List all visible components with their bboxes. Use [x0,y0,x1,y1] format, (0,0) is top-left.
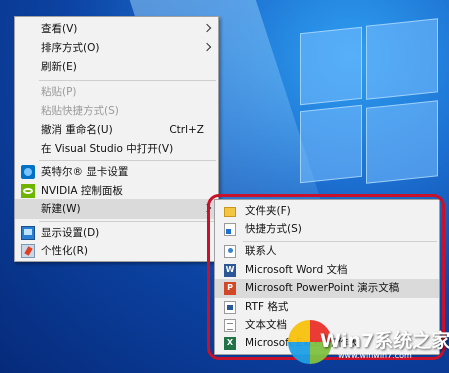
watermark-text: Win7系统之家 [320,330,449,352]
wallpaper-logo-pane [366,100,438,184]
menu-item-label: 粘贴(P) [41,86,77,98]
wallpaper-logo-pane [300,104,362,184]
menu-item-paste-shortcut: 粘贴快捷方式(S) [15,101,218,121]
menu-item-refresh[interactable]: 刷新(E) [15,57,218,77]
submenu-arrow-icon [202,23,212,33]
site-watermark: Win7系统之家 www.winwin7.com [288,318,449,370]
menu-item-display-settings[interactable]: 显示设置(D) [15,223,218,243]
menu-item-label: 新建(W) [41,203,81,215]
menu-separator [39,80,216,81]
menu-item-label: 显示设置(D) [41,227,100,239]
desktop-context-menu: 查看(V) 排序方式(O) 刷新(E) 粘贴(P) 粘贴快捷方式(S) 撤消 重… [14,16,219,262]
menu-item-label: 英特尔® 显卡设置 [41,166,129,178]
menu-item-label: 排序方式(O) [41,42,100,54]
menu-item-intel-graphics[interactable]: 英特尔® 显卡设置 [15,162,218,182]
menu-item-label: 查看(V) [41,23,78,35]
menu-item-label: 个性化(R) [41,245,88,257]
wallpaper-logo-pane [300,26,362,106]
watermark-url: www.winwin7.com [338,351,412,360]
submenu-arrow-icon [202,42,212,52]
menu-item-label: 在 Visual Studio 中打开(V) [41,143,174,155]
menu-item-new[interactable]: 新建(W) [15,199,218,219]
menu-separator [39,160,216,161]
wallpaper-logo-pane [366,18,438,100]
menu-item-label: 撤消 重命名(U) [41,124,113,136]
menu-item-view[interactable]: 查看(V) [15,19,218,39]
display-settings-icon [21,226,35,240]
menu-item-personalize[interactable]: 个性化(R) [15,241,218,261]
menu-item-sort-by[interactable]: 排序方式(O) [15,38,218,58]
menu-item-nvidia-control-panel[interactable]: NVIDIA 控制面板 [15,181,218,201]
menu-item-label: 粘贴快捷方式(S) [41,105,119,117]
menu-item-label: 刷新(E) [41,61,77,73]
personalize-icon [21,244,35,258]
menu-item-shortcut: Ctrl+Z [169,124,204,136]
menu-item-label: NVIDIA 控制面板 [41,185,123,197]
menu-item-paste: 粘贴(P) [15,82,218,102]
nvidia-icon [21,184,35,198]
menu-separator [39,221,216,222]
menu-item-open-in-visual-studio[interactable]: 在 Visual Studio 中打开(V) [15,139,218,159]
intel-graphics-icon [21,165,35,179]
menu-item-undo-rename[interactable]: 撤消 重命名(U) Ctrl+Z [15,120,218,140]
